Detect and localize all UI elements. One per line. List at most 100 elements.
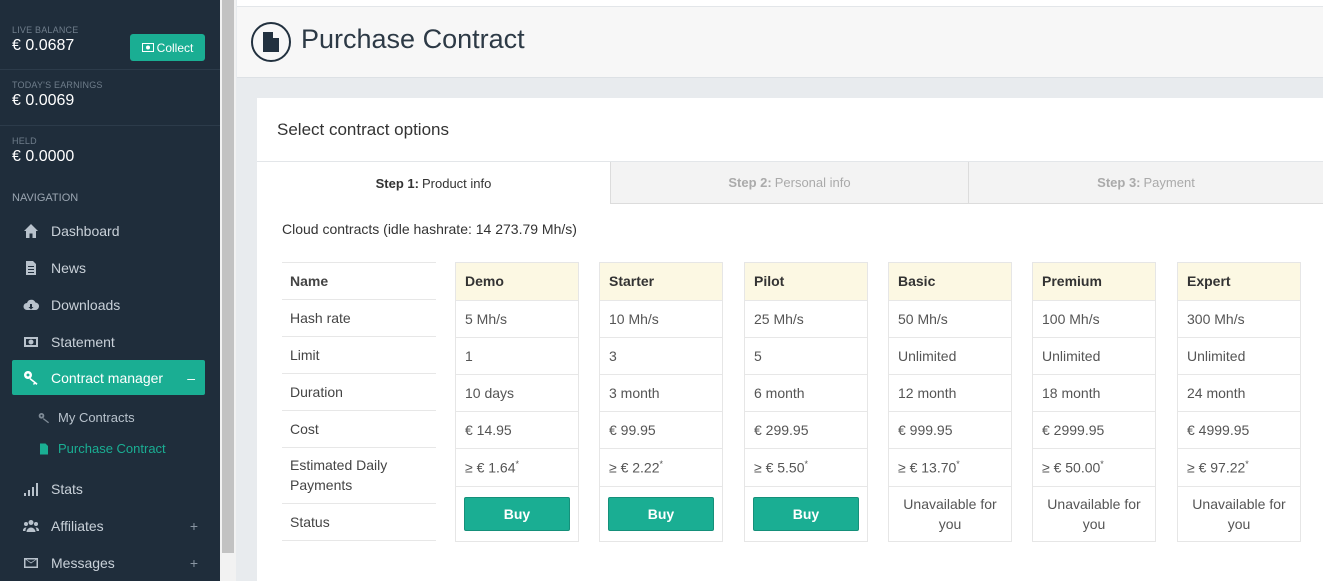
- sidebar-item-label: Contract manager: [51, 369, 164, 386]
- plan-estimated-payment: ≥ € 97.22*: [1178, 448, 1300, 486]
- plan-card-starter: Starter 10 Mh/s 3 3 month € 99.95 ≥ € 2.…: [599, 262, 723, 542]
- sidebar-item-affiliates[interactable]: Affiliates +: [0, 507, 220, 544]
- key-icon: [38, 412, 50, 424]
- plan-cost: € 4999.95: [1178, 411, 1300, 448]
- unavailable-text: Unavailable for you: [1047, 496, 1141, 532]
- buy-button[interactable]: Buy: [753, 497, 859, 531]
- sidebar-item-contract-manager[interactable]: Contract manager –: [12, 360, 205, 395]
- step-prefix: Step 1:: [375, 175, 419, 191]
- row-label-name: Name: [282, 262, 436, 299]
- live-balance-block: LIVE BALANCE € 0.0687 Collect: [0, 0, 220, 70]
- sidebar-item-label: Messages: [51, 554, 115, 571]
- sidebar-item-statement[interactable]: Statement: [0, 323, 220, 360]
- plan-card-premium: Premium 100 Mh/s Unlimited 18 month € 29…: [1032, 262, 1156, 542]
- row-label-estimated-daily-payments: Estimated Daily Payments: [282, 447, 436, 503]
- plan-name: Basic: [889, 263, 1011, 300]
- tab-step-3[interactable]: Step 3: Payment: [968, 162, 1323, 204]
- collect-button-label: Collect: [156, 40, 194, 55]
- plan-hash-rate: 25 Mh/s: [745, 300, 867, 337]
- sidebar-item-downloads[interactable]: Downloads: [0, 286, 220, 323]
- collapse-toggle[interactable]: –: [187, 370, 195, 386]
- sidebar: LIVE BALANCE € 0.0687 Collect TODAY'S EA…: [0, 0, 220, 581]
- plan-hash-rate: 100 Mh/s: [1033, 300, 1155, 337]
- plan-card-expert: Expert 300 Mh/s Unlimited 24 month € 499…: [1177, 262, 1301, 542]
- sidebar-item-stats[interactable]: Stats: [0, 470, 220, 507]
- footnote-marker: *: [956, 459, 960, 469]
- plan-duration: 24 month: [1178, 374, 1300, 411]
- plan-duration: 6 month: [745, 374, 867, 411]
- plan-name: Starter: [600, 263, 722, 300]
- nav-heading: NAVIGATION: [12, 192, 79, 204]
- plan-cost: € 299.95: [745, 411, 867, 448]
- buy-button[interactable]: Buy: [608, 497, 714, 531]
- plan-status: Unavailable for you: [1178, 486, 1300, 541]
- step-label: Personal info: [774, 175, 851, 190]
- footnote-marker: *: [659, 459, 664, 469]
- plan-duration: 12 month: [889, 374, 1011, 411]
- sidebar-subitem-label: Purchase Contract: [58, 441, 166, 456]
- todays-earnings-value: € 0.0069: [12, 92, 75, 109]
- row-label-duration: Duration: [282, 373, 436, 410]
- estimate-value: ≥ € 2.22: [609, 459, 660, 476]
- money-icon: [22, 334, 40, 350]
- plan-cost: € 14.95: [456, 411, 578, 448]
- tab-step-1[interactable]: Step 1: Product info: [257, 162, 610, 204]
- plan-hash-rate: 50 Mh/s: [889, 300, 1011, 337]
- envelope-icon: [22, 555, 40, 571]
- expand-toggle[interactable]: +: [190, 555, 198, 571]
- plan-card-pilot: Pilot 25 Mh/s 5 6 month € 299.95 ≥ € 5.5…: [744, 262, 868, 542]
- plan-name: Expert: [1178, 263, 1300, 300]
- step-prefix: Step 3:: [1097, 175, 1141, 190]
- todays-earnings-label: TODAY'S EARNINGS: [12, 80, 103, 90]
- sidebar-subitem-purchase-contract[interactable]: Purchase Contract: [0, 433, 220, 464]
- collect-button[interactable]: Collect: [130, 34, 205, 61]
- sidebar-scrollbar-thumb[interactable]: [222, 0, 234, 553]
- plan-limit: Unlimited: [889, 337, 1011, 374]
- plan-limit: 1: [456, 337, 578, 374]
- sidebar-item-label: Stats: [51, 480, 83, 497]
- sidebar-item-label: Affiliates: [51, 517, 104, 534]
- footnote-marker: *: [1100, 459, 1104, 469]
- row-label-status: Status: [282, 503, 436, 541]
- expand-toggle[interactable]: +: [190, 518, 198, 534]
- todays-earnings-block: TODAY'S EARNINGS € 0.0069: [0, 70, 220, 126]
- users-icon: [22, 518, 40, 534]
- step-label: Payment: [1143, 175, 1195, 190]
- row-label-hash-rate: Hash rate: [282, 299, 436, 336]
- plan-cost: € 2999.95: [1033, 411, 1155, 448]
- sidebar-subitem-my-contracts[interactable]: My Contracts: [0, 402, 220, 433]
- sidebar-item-label: Dashboard: [51, 222, 120, 239]
- sidebar-item-label: Downloads: [51, 296, 121, 313]
- step-prefix: Step 2:: [728, 175, 772, 190]
- plan-limit: Unlimited: [1178, 337, 1300, 374]
- plan-cost: € 999.95: [889, 411, 1011, 448]
- plan-name: Premium: [1033, 263, 1155, 300]
- plan-card-demo: Demo 5 Mh/s 1 10 days € 14.95 ≥ € 1.64* …: [455, 262, 579, 542]
- file-icon: [38, 443, 50, 455]
- plan-estimated-payment: ≥ € 13.70*: [889, 448, 1011, 486]
- document-icon: [22, 260, 40, 276]
- plan-status: Unavailable for you: [889, 486, 1011, 541]
- step-label: Product info: [421, 175, 492, 191]
- estimate-value: ≥ € 5.50: [754, 459, 805, 476]
- cloud-contracts-heading: Cloud contracts (idle hashrate: 14 273.7…: [282, 221, 577, 237]
- tab-step-2[interactable]: Step 2: Personal info: [610, 162, 968, 204]
- page-title: Purchase Contract: [301, 24, 525, 54]
- buy-button[interactable]: Buy: [464, 497, 570, 531]
- sidebar-subitem-label: My Contracts: [58, 410, 135, 425]
- plan-duration: 10 days: [456, 374, 578, 411]
- plan-hash-rate: 300 Mh/s: [1178, 300, 1300, 337]
- held-block: HELD € 0.0000: [0, 126, 220, 182]
- row-label-cost: Cost: [282, 410, 436, 447]
- sidebar-item-dashboard[interactable]: Dashboard: [0, 212, 220, 249]
- key-icon: [22, 370, 40, 386]
- plan-duration: 18 month: [1033, 374, 1155, 411]
- plan-limit: 5: [745, 337, 867, 374]
- plan-name: Demo: [456, 263, 578, 300]
- plan-estimated-payment: ≥ € 5.50*: [745, 448, 867, 486]
- plan-hash-rate: 10 Mh/s: [600, 300, 722, 337]
- plan-status: Unavailable for you: [1033, 486, 1155, 541]
- cloud-download-icon: [22, 297, 40, 313]
- sidebar-item-news[interactable]: News: [0, 249, 220, 286]
- sidebar-item-messages[interactable]: Messages +: [0, 544, 220, 581]
